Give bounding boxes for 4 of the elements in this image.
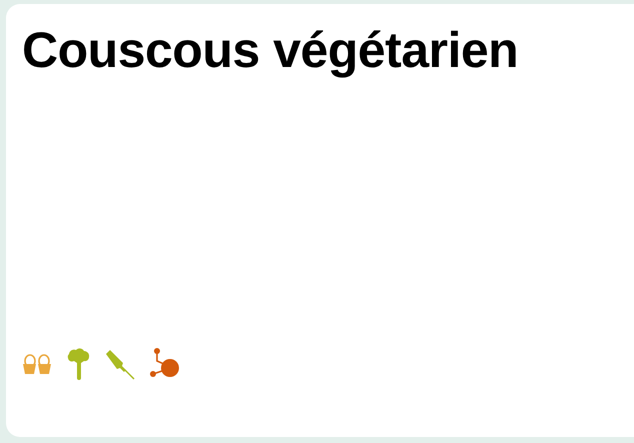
recipe-title: Couscous végétarien [22,21,518,80]
bottle-icon [104,348,136,380]
broccoli-icon [65,348,91,380]
eggs-basket-icon [22,353,52,375]
